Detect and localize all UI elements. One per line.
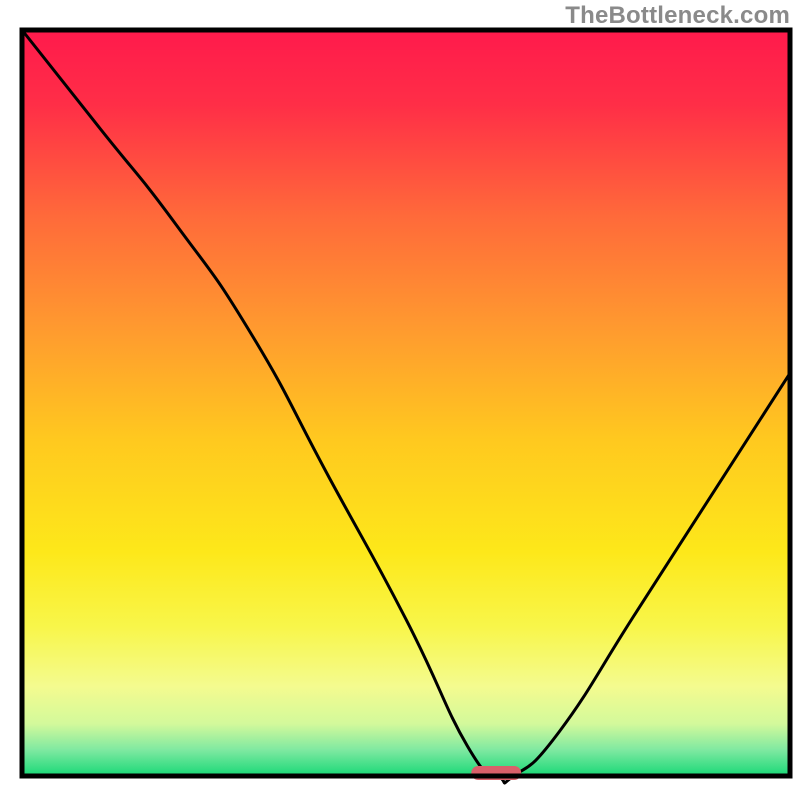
chart-container: TheBottleneck.com [0,0,800,800]
watermark-text: TheBottleneck.com [565,2,790,30]
bottleneck-chart [0,0,800,800]
plot-background [22,30,790,776]
